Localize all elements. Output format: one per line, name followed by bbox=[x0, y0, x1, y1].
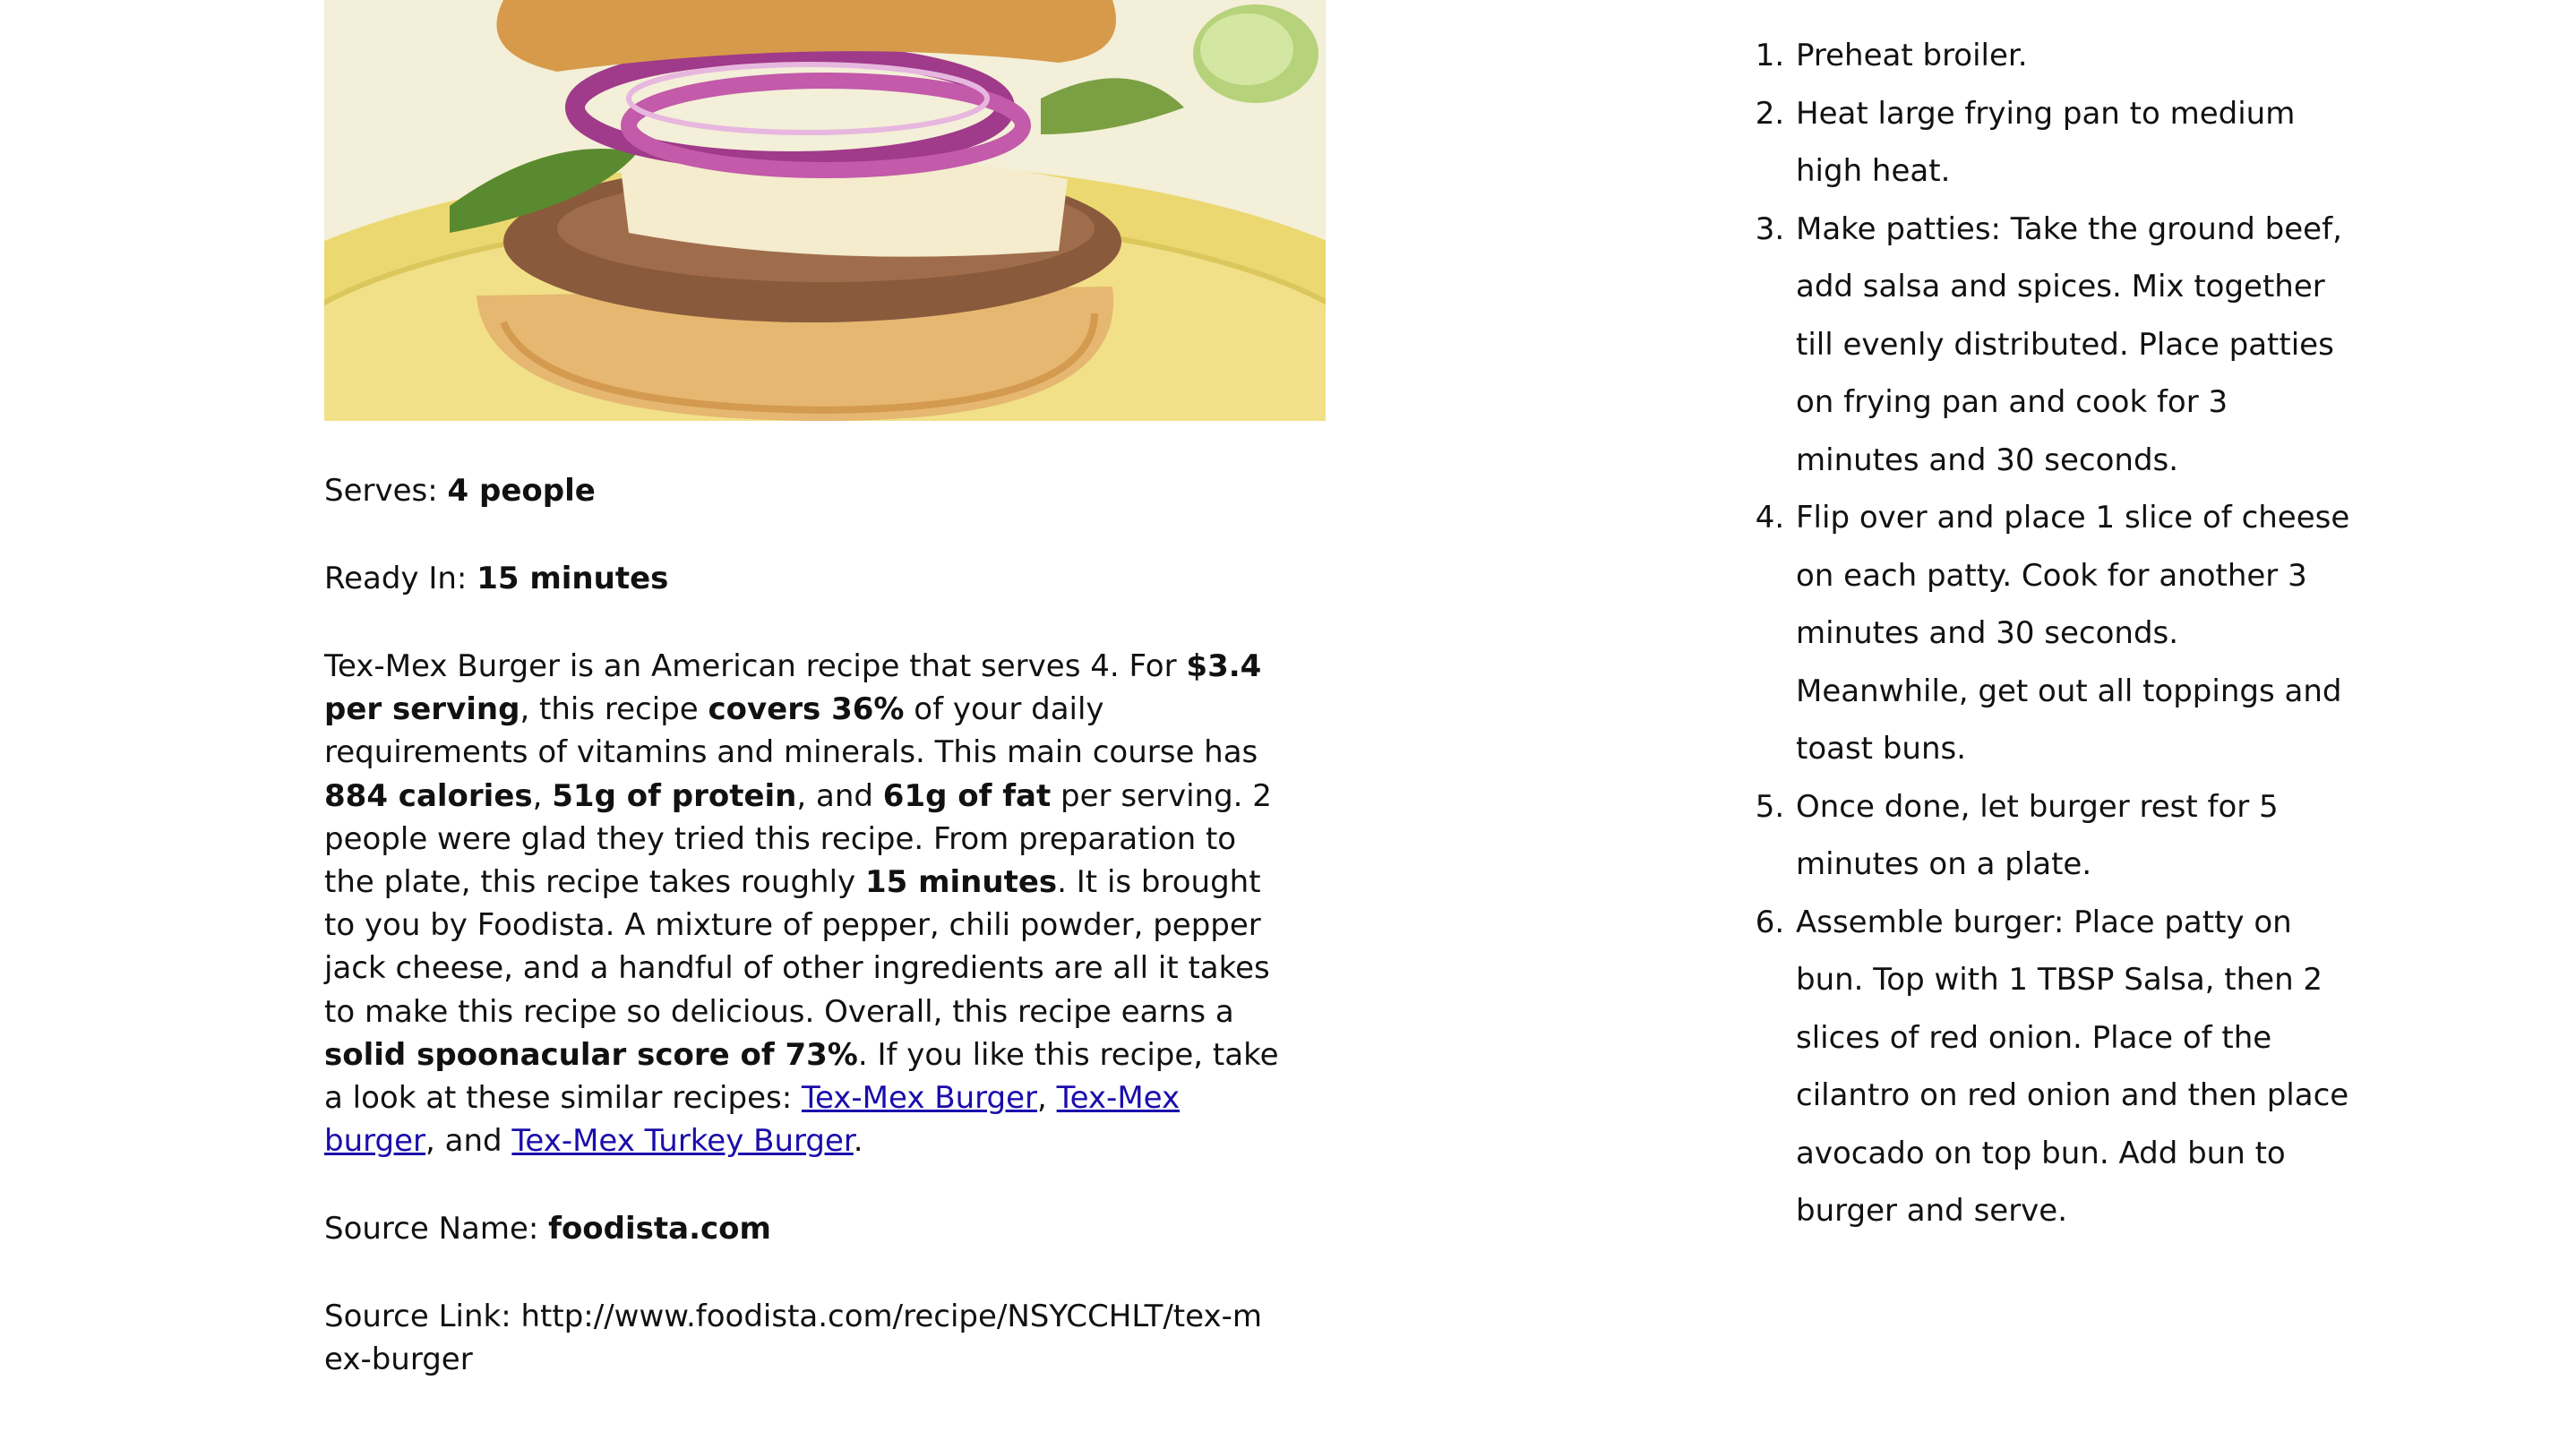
summary-text: . bbox=[853, 1123, 863, 1160]
serves-line: Serves: 4 people bbox=[324, 469, 1327, 512]
summary-coverage: covers 36% bbox=[708, 691, 905, 728]
summary-time: 15 minutes bbox=[864, 864, 1058, 901]
instruction-step: Heat large frying pan to medium high hea… bbox=[1794, 85, 2360, 201]
source-name-line: Source Name: foodista.com bbox=[324, 1207, 1327, 1250]
instructions-panel: Preheat broiler. Heat large frying pan t… bbox=[1760, 27, 2360, 1240]
summary-calories: 884 calories bbox=[324, 777, 533, 814]
instruction-step: Preheat broiler. bbox=[1794, 27, 2360, 85]
summary-text: , and bbox=[796, 777, 883, 814]
recipe-summary: Tex-Mex Burger is an American recipe tha… bbox=[324, 645, 1283, 1162]
ready-in-line: Ready In: 15 minutes bbox=[324, 557, 1327, 600]
instruction-step: Make patties: Take the ground beef, add … bbox=[1794, 201, 2360, 490]
summary-protein: 51g of protein bbox=[552, 777, 797, 814]
summary-text: , this recipe bbox=[519, 691, 708, 728]
serves-value: 4 people bbox=[447, 473, 596, 509]
instructions-list: Preheat broiler. Heat large frying pan t… bbox=[1760, 27, 2360, 1240]
source-link-label: Source Link: bbox=[324, 1299, 521, 1335]
similar-recipe-link[interactable]: Tex-Mex Burger bbox=[802, 1080, 1037, 1116]
instruction-step: Assemble burger: Place patty on bun. Top… bbox=[1794, 894, 2360, 1240]
serves-label: Serves: bbox=[324, 473, 448, 509]
source-link-line: Source Link: http://www.foodista.com/rec… bbox=[324, 1295, 1274, 1381]
ready-label: Ready In: bbox=[324, 561, 477, 596]
instruction-step: Flip over and place 1 slice of cheese on… bbox=[1794, 489, 2360, 778]
recipe-details: Serves: 4 people Ready In: 15 minutes Te… bbox=[324, 0, 1327, 1381]
instruction-step: Once done, let burger rest for 5 minutes… bbox=[1794, 778, 2360, 894]
summary-text: Tex-Mex Burger is an American recipe tha… bbox=[324, 648, 1187, 684]
ready-value: 15 minutes bbox=[477, 561, 669, 596]
similar-recipe-link[interactable]: Tex-Mex Turkey Burger bbox=[511, 1123, 853, 1159]
summary-text: , and bbox=[425, 1123, 512, 1160]
summary-text: , bbox=[532, 777, 553, 814]
summary-score: solid spoonacular score of 73% bbox=[324, 1036, 858, 1073]
summary-fat: 61g of fat bbox=[882, 777, 1052, 814]
burger-photo bbox=[324, 0, 1326, 421]
source-name-label: Source Name: bbox=[324, 1211, 549, 1248]
source-name-value: foodista.com bbox=[548, 1211, 771, 1248]
recipe-image bbox=[324, 0, 1326, 421]
summary-text: , bbox=[1037, 1080, 1057, 1117]
